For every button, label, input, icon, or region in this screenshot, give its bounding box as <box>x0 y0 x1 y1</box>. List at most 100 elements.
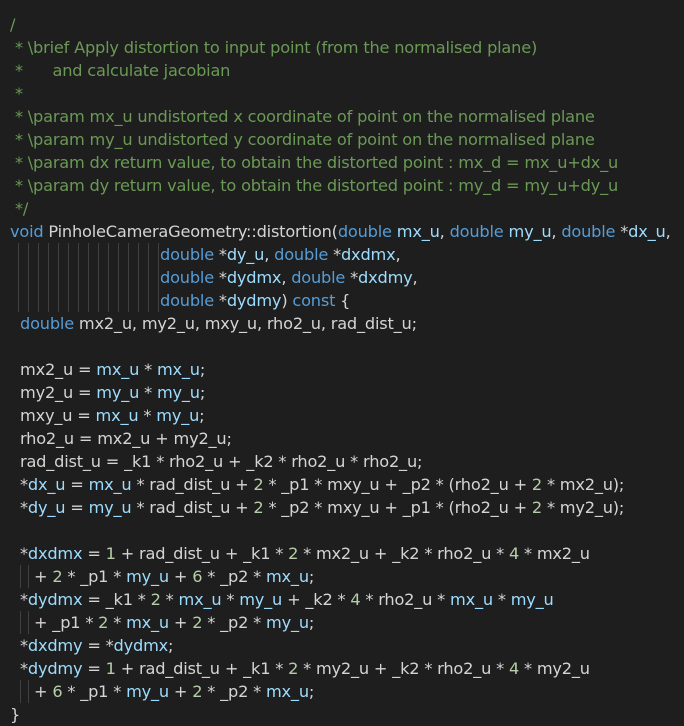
code-line: *dxdmx = 1 + rad_dist_u + _k1 * 2 * mx2_… <box>0 542 684 565</box>
code-token: + _k2 * <box>282 590 351 609</box>
indent-guide <box>118 266 119 289</box>
code-token: 1 <box>105 659 116 678</box>
code-token: * <box>213 291 227 310</box>
code-token: double <box>274 245 329 264</box>
code-text: * \param dx return value, to obtain the … <box>10 153 618 172</box>
code-token: * and calculate jacobian <box>10 61 231 80</box>
code-text: void PinholeCameraGeometry::distortion(d… <box>10 222 671 241</box>
code-token: my_u <box>88 498 132 517</box>
code-token: + <box>34 682 53 701</box>
code-line: double *dy_u, double *dxdmx, <box>0 243 684 266</box>
code-token: ; <box>308 682 315 701</box>
code-token: dx_u <box>628 222 666 241</box>
indent-guide <box>20 611 21 634</box>
code-token: 2 <box>288 659 299 678</box>
code-token: double <box>160 245 214 264</box>
code-line: rho2_u = mx2_u + my2_u; <box>0 427 684 450</box>
indent-guide <box>78 266 79 289</box>
code-token: * \param dy return value, to obtain the … <box>10 176 619 195</box>
code-text: double *dydmy) const { <box>160 291 350 310</box>
code-line: double *dydmy) const { <box>0 289 684 312</box>
code-editor[interactable]: / * \brief Apply distortion to input poi… <box>0 0 684 724</box>
code-token: * <box>139 360 157 379</box>
code-token: const <box>292 291 336 310</box>
code-token: dxdmx <box>27 544 83 563</box>
indent-guide <box>108 243 109 266</box>
code-token: rad_dist_u = _k1 * rho2_u + _k2 * rho2_u… <box>20 452 423 471</box>
code-token: double <box>337 222 392 241</box>
code-token: 2 <box>98 613 109 632</box>
indent-guide <box>28 289 29 312</box>
code-token: 2 <box>52 567 63 586</box>
code-line: * <box>0 82 684 105</box>
code-token: */ <box>10 199 29 218</box>
code-token: + rad_dist_u + _k1 * <box>115 544 289 563</box>
code-token: , <box>395 245 401 264</box>
code-text: mx2_u = mx_u * mx_u; <box>20 360 205 379</box>
code-token: double <box>561 222 616 241</box>
code-token: mx_u <box>96 360 140 379</box>
code-token: + <box>168 567 193 586</box>
indent-guide <box>58 243 59 266</box>
indent-guide <box>20 680 21 703</box>
indent-guide <box>58 289 59 312</box>
indent-guide <box>148 243 149 266</box>
code-token: my_u <box>156 383 200 402</box>
code-token: ; <box>168 636 174 655</box>
code-token: dydmy <box>27 659 83 678</box>
code-token: dydmx <box>226 268 282 287</box>
code-token: + <box>168 613 193 632</box>
code-token: my_u <box>126 567 169 586</box>
code-token: = * <box>82 636 114 655</box>
code-token: + <box>168 682 193 701</box>
code-token: 2 <box>288 544 299 563</box>
code-token: dxdmy <box>27 636 83 655</box>
indent-guide <box>28 266 29 289</box>
code-token: * rad_dist_u + <box>131 498 254 517</box>
code-line: *dy_u = my_u * rad_dist_u + 2 * _p2 * mx… <box>0 496 684 519</box>
code-token: , <box>551 222 562 241</box>
code-token: 2 <box>150 590 161 609</box>
code-line: double *dydmx, double *dxdmy, <box>0 266 684 289</box>
code-token: } <box>10 705 21 724</box>
code-line: *dx_u = mx_u * rad_dist_u + 2 * _p1 * mx… <box>0 473 684 496</box>
code-text: * \param mx_u undistorted x coordinate o… <box>10 107 595 126</box>
code-token: , <box>412 268 418 287</box>
code-token: * _p2 * <box>202 567 266 586</box>
indent-guide <box>28 680 29 703</box>
indent-guide <box>98 243 99 266</box>
code-text: *dydmx = _k1 * 2 * mx_u * my_u + _k2 * 4… <box>20 590 554 609</box>
code-token: * mx2_u <box>519 544 590 563</box>
code-token: * <box>20 498 28 517</box>
indent-guide <box>158 243 159 266</box>
indent-guide <box>68 243 69 266</box>
code-token: * _p2 * <box>202 613 266 632</box>
indent-guide <box>138 289 139 312</box>
code-line: *dydmx = _k1 * 2 * mx_u * my_u + _k2 * 4… <box>0 588 684 611</box>
code-text: my2_u = my_u * my_u; <box>20 383 205 402</box>
code-text: + 2 * _p1 * my_u + 6 * _p2 * mx_u; <box>34 567 314 586</box>
indent-guide <box>68 266 69 289</box>
code-token: * <box>492 590 511 609</box>
indent-guide <box>128 266 129 289</box>
code-token: = <box>65 498 89 517</box>
code-token: * <box>138 406 157 425</box>
code-token: mxy_u = <box>20 406 96 425</box>
code-token: ) <box>281 291 293 310</box>
code-token: mx_u <box>88 475 132 494</box>
code-line: / <box>0 13 684 36</box>
indent-guide <box>88 289 89 312</box>
indent-guide <box>48 266 49 289</box>
code-token: * \brief Apply distortion to input point… <box>10 38 538 57</box>
code-token: my_u <box>156 406 200 425</box>
code-token: * _p1 * <box>62 682 127 701</box>
indent-guide <box>98 266 99 289</box>
code-token: mx_u <box>265 567 309 586</box>
code-token: 4 <box>508 544 520 563</box>
code-text: * and calculate jacobian <box>10 61 230 80</box>
indent-guide <box>18 243 19 266</box>
code-token: * <box>160 590 179 609</box>
indent-guide <box>68 289 69 312</box>
code-line: double mx2_u, my2_u, mxy_u, rho2_u, rad_… <box>0 312 684 335</box>
